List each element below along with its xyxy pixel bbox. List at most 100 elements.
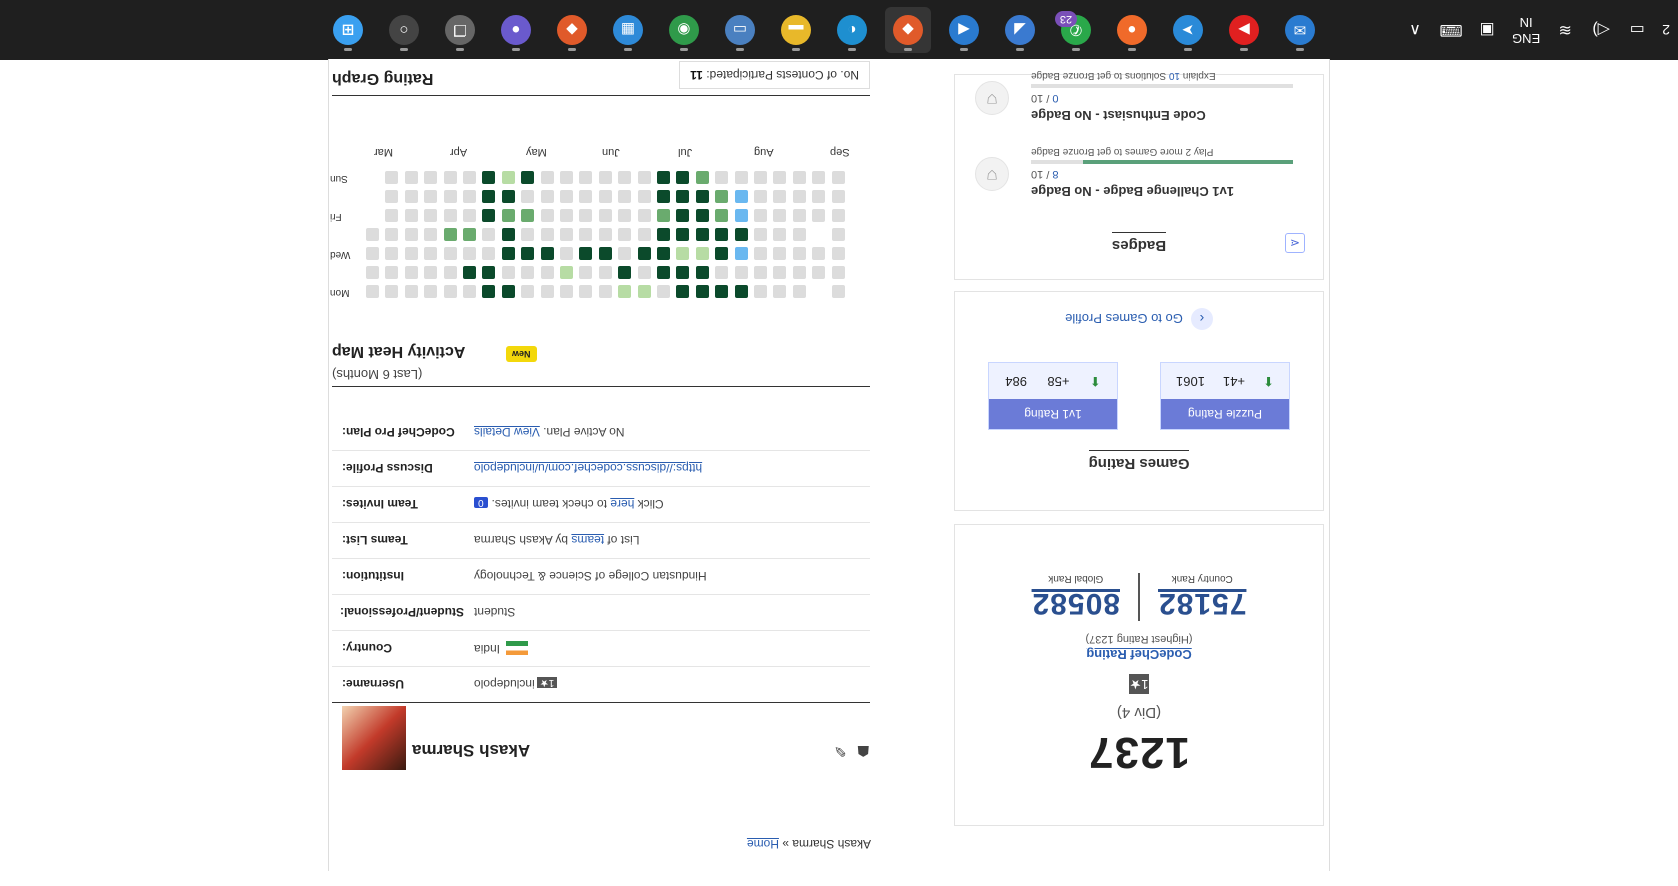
- teams-link[interactable]: teams: [571, 534, 604, 548]
- taskbar-app-telegram[interactable]: ➤: [1165, 7, 1211, 53]
- heatmap-cell[interactable]: [812, 209, 826, 222]
- heatmap-cell[interactable]: [482, 190, 496, 203]
- heatmap-cell[interactable]: [501, 285, 515, 298]
- heatmap-cell[interactable]: [385, 285, 399, 298]
- heatmap-cell[interactable]: [734, 171, 748, 184]
- heatmap-cell[interactable]: [579, 266, 593, 279]
- heatmap-cell[interactable]: [540, 190, 554, 203]
- heatmap-cell[interactable]: [773, 190, 787, 203]
- heatmap-cell[interactable]: [540, 209, 554, 222]
- heatmap-cell[interactable]: [637, 247, 651, 260]
- heatmap-cell[interactable]: [521, 171, 535, 184]
- heatmap-cell[interactable]: [754, 190, 767, 203]
- taskbar-app-monitor[interactable]: ▭: [717, 7, 763, 53]
- heatmap-cell[interactable]: [540, 247, 554, 260]
- taskbar-app-edge[interactable]: ◐: [829, 7, 875, 53]
- heatmap-cell[interactable]: [501, 228, 515, 241]
- heatmap-cell[interactable]: [676, 247, 690, 260]
- taskbar-app-youtube[interactable]: ▶: [1221, 7, 1267, 53]
- heatmap-cell[interactable]: [676, 228, 690, 241]
- heatmap-cell[interactable]: [831, 190, 845, 203]
- heatmap-cell[interactable]: [366, 171, 379, 184]
- heatmap-cell[interactable]: [424, 190, 438, 203]
- heatmap-cell[interactable]: [540, 266, 554, 279]
- heatmap-cell[interactable]: [482, 209, 496, 222]
- heatmap-cell[interactable]: [482, 171, 496, 184]
- taskbar-app-search[interactable]: ○: [381, 7, 427, 53]
- heatmap-cell[interactable]: [831, 228, 845, 241]
- heatmap-cell[interactable]: [560, 190, 573, 203]
- heatmap-cell[interactable]: [792, 171, 806, 184]
- chevron-up-icon[interactable]: ∧: [1404, 19, 1426, 41]
- heatmap-cell[interactable]: [773, 171, 787, 184]
- heatmap-cell[interactable]: [424, 209, 438, 222]
- heatmap-cell[interactable]: [657, 228, 670, 241]
- heatmap-cell[interactable]: [831, 209, 845, 222]
- heatmap-cell[interactable]: [695, 190, 709, 203]
- heatmap-cell[interactable]: [637, 266, 651, 279]
- heatmap-cell[interactable]: [637, 209, 651, 222]
- heatmap-cell[interactable]: [618, 266, 632, 279]
- heatmap-cell[interactable]: [695, 266, 709, 279]
- heatmap-cell[interactable]: [637, 190, 651, 203]
- global-rank-value[interactable]: 80582: [1032, 587, 1120, 621]
- heatmap-cell[interactable]: [754, 209, 767, 222]
- taskbar-app-brave-profile[interactable]: ◆: [549, 7, 595, 53]
- heatmap-cell[interactable]: [734, 209, 748, 222]
- heatmap-cell[interactable]: [773, 209, 787, 222]
- heatmap-cell[interactable]: [463, 228, 476, 241]
- taskbar-app-whatsapp[interactable]: ✆ 23: [1053, 7, 1099, 53]
- heatmap-cell[interactable]: [463, 209, 476, 222]
- heatmap-cell[interactable]: [560, 209, 573, 222]
- plan-details-link[interactable]: View Details: [474, 425, 540, 439]
- heatmap-cell[interactable]: [404, 285, 418, 298]
- heatmap-cell[interactable]: [792, 190, 806, 203]
- heatmap-cell[interactable]: [404, 228, 418, 241]
- heatmap-cell[interactable]: [695, 247, 709, 260]
- heatmap-cell[interactable]: [773, 247, 787, 260]
- heatmap-cell[interactable]: [463, 247, 476, 260]
- invites-link[interactable]: here: [610, 498, 634, 512]
- heatmap-cell[interactable]: [482, 228, 496, 241]
- heatmap-cell[interactable]: [676, 266, 690, 279]
- heatmap-cell[interactable]: [598, 266, 612, 279]
- taskbar-app-mail[interactable]: ✉: [1277, 7, 1323, 53]
- heatmap-cell[interactable]: [521, 209, 535, 222]
- heatmap-cell[interactable]: [443, 209, 457, 222]
- heatmap-cell[interactable]: [812, 285, 826, 298]
- heatmap-cell[interactable]: [676, 190, 690, 203]
- heatmap-cell[interactable]: [715, 285, 729, 298]
- heatmap-cell[interactable]: [521, 266, 535, 279]
- heatmap-cell[interactable]: [676, 171, 690, 184]
- heatmap-cell[interactable]: [754, 247, 767, 260]
- taskbar-app-store[interactable]: ▦: [605, 7, 651, 53]
- heatmap-cell[interactable]: [521, 228, 535, 241]
- heatmap-cell[interactable]: [598, 247, 612, 260]
- heatmap-cell[interactable]: [443, 171, 457, 184]
- heatmap-cell[interactable]: [618, 209, 632, 222]
- heatmap-cell[interactable]: [812, 171, 826, 184]
- heatmap-cell[interactable]: [404, 247, 418, 260]
- heatmap-cell[interactable]: [579, 228, 593, 241]
- heatmap-cell[interactable]: [773, 285, 787, 298]
- heatmap-cell[interactable]: [443, 228, 457, 241]
- wifi-icon[interactable]: ≋: [1554, 19, 1576, 41]
- heatmap-cell[interactable]: [540, 228, 554, 241]
- heatmap-cell[interactable]: [424, 266, 438, 279]
- heatmap-cell[interactable]: [404, 266, 418, 279]
- heatmap-cell[interactable]: [463, 171, 476, 184]
- heatmap-cell[interactable]: [540, 285, 554, 298]
- heatmap-cell[interactable]: [792, 209, 806, 222]
- heatmap-cell[interactable]: [695, 285, 709, 298]
- heatmap-cell[interactable]: [385, 247, 399, 260]
- heatmap-cell[interactable]: [424, 228, 438, 241]
- heatmap-cell[interactable]: [734, 190, 748, 203]
- heatmap-cell[interactable]: [695, 228, 709, 241]
- heatmap-cell[interactable]: [773, 266, 787, 279]
- one-v-one-rating-box[interactable]: 1v1 Rating ⬆ +58 984: [988, 362, 1118, 430]
- heatmap-cell[interactable]: [754, 171, 767, 184]
- heatmap-cell[interactable]: [657, 266, 670, 279]
- heatmap-cell[interactable]: [560, 171, 573, 184]
- heatmap-cell[interactable]: [812, 266, 826, 279]
- heatmap-cell[interactable]: [734, 285, 748, 298]
